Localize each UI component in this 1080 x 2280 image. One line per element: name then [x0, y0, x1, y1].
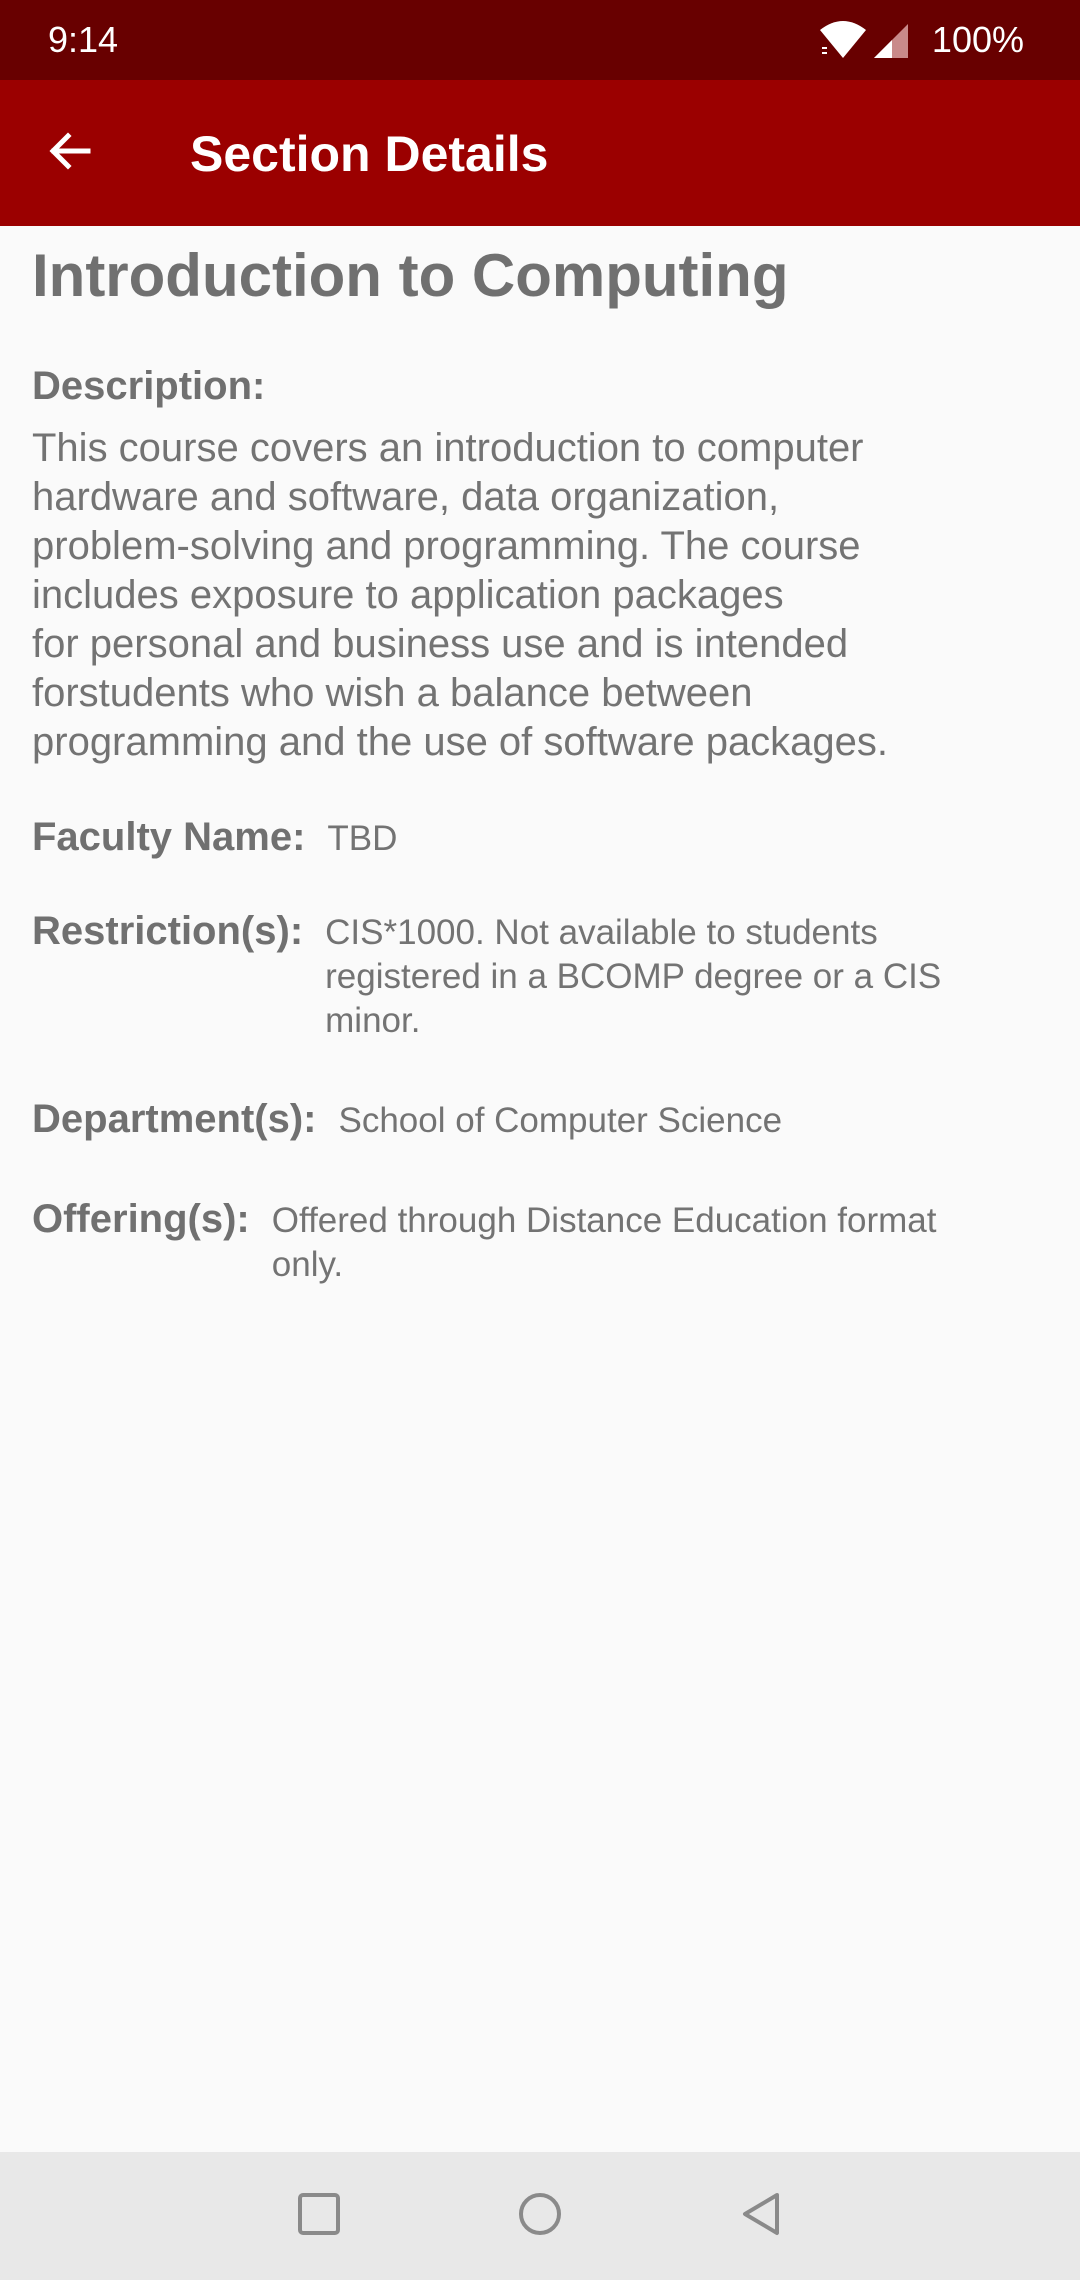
restrictions-label: Restriction(s):	[32, 909, 304, 953]
square-recents-icon	[296, 2191, 342, 2242]
restrictions-value: CIS*1000. Not available to students regi…	[325, 913, 942, 1040]
offerings-field: Offering(s): Offered through Distance Ed…	[32, 1195, 1042, 1287]
section-details: Introduction to Computing Description: T…	[32, 238, 1042, 1287]
status-bar: 9:14 100%	[0, 0, 1080, 80]
back-nav-button[interactable]	[722, 2176, 802, 2256]
departments-label: Department(s):	[32, 1097, 317, 1141]
faculty-label: Faculty Name:	[32, 815, 306, 859]
circle-home-icon	[517, 2191, 563, 2242]
arrow-left-icon	[46, 127, 94, 180]
triangle-back-icon	[739, 2191, 785, 2242]
status-icons: 100%	[818, 18, 1024, 62]
departments-field: Department(s): School of Computer Scienc…	[32, 1095, 1042, 1143]
page-title: Section Details	[190, 126, 549, 182]
restrictions-field: Restriction(s): CIS*1000. Not available …	[32, 907, 1042, 1043]
back-button[interactable]	[30, 113, 110, 193]
signal-icon	[872, 20, 912, 60]
wifi-icon	[818, 20, 868, 60]
system-navigation-bar	[0, 2152, 1080, 2280]
course-title: Introduction to Computing	[32, 242, 789, 309]
departments-value: School of Computer Science	[338, 1101, 783, 1140]
status-time: 9:14	[48, 19, 119, 60]
offerings-value: Offered through Distance Education forma…	[271, 1201, 937, 1284]
offerings-label: Offering(s):	[32, 1197, 250, 1241]
faculty-field: Faculty Name: TBD	[32, 813, 1042, 861]
recents-button[interactable]	[279, 2176, 359, 2256]
description-label: Description:	[32, 364, 266, 408]
app-bar: Section Details	[0, 80, 1080, 226]
description-text: This course covers an introduction to co…	[32, 426, 889, 764]
home-button[interactable]	[500, 2176, 580, 2256]
faculty-value: TBD	[327, 819, 398, 858]
battery-level: 100%	[931, 19, 1024, 60]
